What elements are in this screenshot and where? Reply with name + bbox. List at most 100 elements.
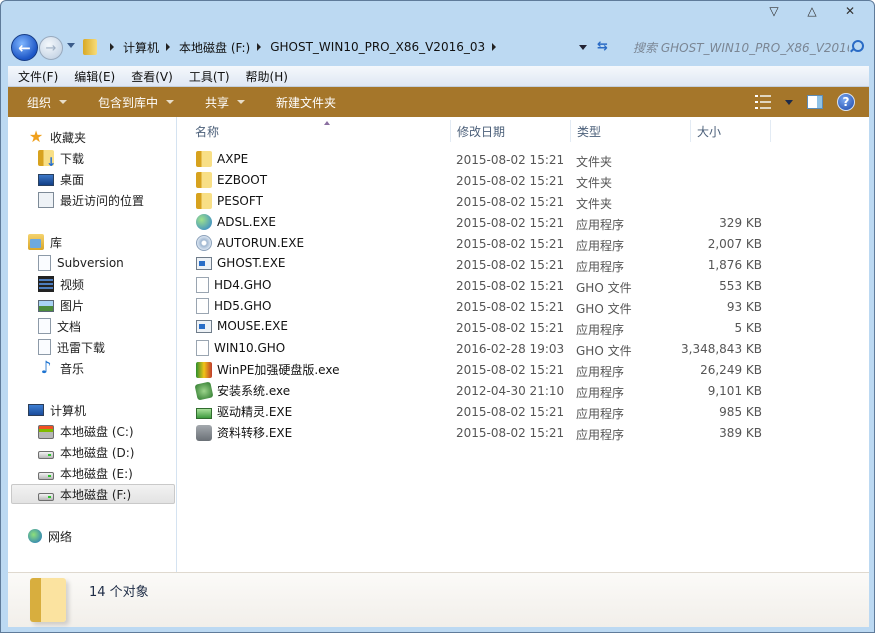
sidebar-favorites[interactable]: ★ 收藏夹: [28, 127, 86, 147]
sidebar-item-drive-e[interactable]: 本地磁盘 (E:): [38, 463, 133, 483]
sidebar-item-desktop[interactable]: 桌面: [38, 169, 84, 189]
file-type: 文件夹: [576, 197, 613, 211]
menu-edit[interactable]: 编辑(E): [64, 68, 121, 85]
folder-icon: [30, 578, 66, 622]
column-header-type[interactable]: 类型: [571, 120, 691, 142]
file-row[interactable]: 安装系统.exe 2012-04-30 21:10 应用程序 9,101 KB: [178, 380, 778, 401]
sidebar-item-recent-places[interactable]: 最近访问的位置: [38, 190, 144, 210]
file-row[interactable]: 资料转移.EXE 2015-08-02 15:21 应用程序 389 KB: [178, 422, 778, 443]
close-button[interactable]: ✕: [840, 3, 860, 19]
refresh-icon[interactable]: ⇆: [597, 39, 608, 54]
sidebar-item-documents[interactable]: 文档: [38, 316, 81, 336]
file-row[interactable]: AUTORUN.EXE 2015-08-02 15:21 应用程序 2,007 KB: [178, 233, 778, 254]
address-bar[interactable]: 计算机 本地磁盘 (F:) GHOST_WIN10_PRO_X86_V2016_…: [79, 34, 619, 60]
column-label: 类型: [577, 124, 602, 139]
file-name-cell[interactable]: HD4.GHO: [196, 277, 271, 293]
sidebar-item-xunlei-downloads[interactable]: 迅雷下载: [38, 337, 105, 357]
explorer-window: ▽ △ ✕ ← → 计算机 本地磁盘 (F:) GHOST_WIN10_PRO_…: [0, 0, 875, 633]
file-date: 2012-04-30 21:10: [456, 384, 565, 398]
file-name: HD4.GHO: [214, 278, 272, 292]
file-row[interactable]: 驱动精灵.EXE 2015-08-02 15:21 应用程序 985 KB: [178, 401, 778, 422]
organize-button[interactable]: 组织: [8, 94, 79, 111]
file-name-cell[interactable]: EZBOOT: [196, 172, 267, 188]
file-name-cell[interactable]: WinPE加强硬盘版.exe: [196, 361, 339, 378]
file-date: 2015-08-02 15:21: [456, 405, 565, 419]
sidebar-item-videos[interactable]: 视频: [38, 274, 84, 294]
menu-help[interactable]: 帮助(H): [236, 68, 294, 85]
file-name-cell[interactable]: AXPE: [196, 151, 248, 167]
sidebar-libraries[interactable]: 库: [28, 232, 62, 252]
file-row[interactable]: GHOST.EXE 2015-08-02 15:21 应用程序 1,876 KB: [178, 254, 778, 275]
breadcrumb-separator-icon[interactable]: [492, 43, 497, 51]
help-icon[interactable]: ?: [837, 93, 855, 111]
sidebar-item-drive-d[interactable]: 本地磁盘 (D:): [38, 442, 134, 462]
sidebar-computer[interactable]: 计算机: [28, 400, 86, 420]
sidebar-item-downloads[interactable]: 下载: [38, 148, 84, 169]
include-in-library-button[interactable]: 包含到库中: [79, 94, 186, 111]
sidebar-item-subversion[interactable]: Subversion: [38, 253, 124, 273]
file-name-cell[interactable]: PESOFT: [196, 193, 263, 209]
preview-pane-icon[interactable]: [807, 95, 823, 109]
sidebar-item-drive-c[interactable]: 本地磁盘 (C:): [38, 421, 134, 441]
file-name-cell[interactable]: ADSL.EXE: [196, 214, 276, 230]
music-note-icon: ♪: [40, 358, 52, 378]
minimize-button[interactable]: ▽: [764, 3, 784, 19]
menu-view[interactable]: 查看(V): [121, 68, 179, 85]
sidebar-label: 本地磁盘 (C:): [60, 424, 134, 439]
file-date: 2015-08-02 15:21: [456, 174, 565, 188]
file-name-cell[interactable]: GHOST.EXE: [196, 256, 286, 270]
transfer-app-icon: [196, 424, 212, 441]
file-row[interactable]: AXPE 2015-08-02 15:21 文件夹: [178, 149, 778, 170]
file-row[interactable]: HD5.GHO 2015-08-02 15:21 GHO 文件 93 KB: [178, 296, 778, 317]
breadcrumb-separator-icon[interactable]: [110, 43, 114, 51]
search-placeholder[interactable]: 搜索 GHOST_WIN10_PRO_X86_V2016_...: [625, 39, 849, 56]
recent-places-icon: [38, 192, 54, 208]
file-row[interactable]: ADSL.EXE 2015-08-02 15:21 应用程序 329 KB: [178, 212, 778, 233]
file-row[interactable]: WIN10.GHO 2016-02-28 19:03 GHO 文件 3,348,843…: [178, 338, 778, 359]
sidebar-item-pictures[interactable]: 图片: [38, 295, 84, 315]
menu-file[interactable]: 文件(F): [8, 68, 64, 85]
column-header-name[interactable]: 名称: [189, 120, 451, 142]
file-type: 应用程序: [576, 386, 625, 400]
file-name-cell[interactable]: MOUSE.EXE: [196, 319, 288, 333]
address-dropdown-icon[interactable]: [579, 45, 587, 50]
file-icon: [196, 340, 209, 356]
file-name-cell[interactable]: 安装系统.exe: [194, 381, 290, 400]
sidebar-item-music[interactable]: ♪ 音乐: [38, 358, 84, 378]
search-box[interactable]: 搜索 GHOST_WIN10_PRO_X86_V2016_...: [625, 34, 867, 60]
breadcrumb-drive-f[interactable]: 本地磁盘 (F:): [179, 39, 250, 56]
file-row[interactable]: EZBOOT 2015-08-02 15:21 文件夹: [178, 170, 778, 191]
breadcrumb-separator-icon[interactable]: [166, 43, 171, 51]
file-row[interactable]: HD4.GHO 2015-08-02 15:21 GHO 文件 553 KB: [178, 275, 778, 296]
item-count: 14 个对象: [89, 585, 149, 600]
file-name-cell[interactable]: WIN10.GHO: [196, 340, 285, 356]
file-name-cell[interactable]: HD5.GHO: [196, 298, 271, 314]
file-name-cell[interactable]: AUTORUN.EXE: [196, 235, 304, 251]
file-size: 389 KB: [719, 426, 762, 440]
back-button[interactable]: ←: [11, 34, 38, 61]
share-button[interactable]: 共享: [186, 94, 257, 111]
file-name-cell[interactable]: 资料转移.EXE: [196, 424, 292, 441]
search-icon[interactable]: [849, 40, 864, 54]
breadcrumb-computer[interactable]: 计算机: [123, 39, 159, 56]
forward-button[interactable]: →: [39, 36, 63, 60]
file-row[interactable]: WinPE加强硬盘版.exe 2015-08-02 15:21 应用程序 26,249…: [178, 359, 778, 380]
file-row[interactable]: MOUSE.EXE 2015-08-02 15:21 应用程序 5 KB: [178, 317, 778, 338]
column-header-date[interactable]: 修改日期: [451, 120, 571, 142]
file-name: HD5.GHO: [214, 299, 272, 313]
maximize-button[interactable]: △: [802, 3, 822, 19]
breadcrumb-separator-icon[interactable]: [257, 43, 262, 51]
view-options-dropdown-icon[interactable]: [785, 99, 793, 105]
sidebar-network[interactable]: 网络: [28, 526, 72, 546]
column-header-size[interactable]: 大小: [691, 120, 771, 142]
change-view-icon[interactable]: [755, 95, 771, 109]
new-folder-button[interactable]: 新建文件夹: [257, 94, 348, 111]
recent-pages-dropdown[interactable]: [67, 43, 75, 48]
sidebar-item-drive-f[interactable]: 本地磁盘 (F:): [11, 484, 175, 504]
sort-ascending-icon: [324, 121, 330, 125]
file-name-cell[interactable]: 驱动精灵.EXE: [196, 403, 292, 420]
file-row[interactable]: PESOFT 2015-08-02 15:21 文件夹: [178, 191, 778, 212]
breadcrumb-current-folder[interactable]: GHOST_WIN10_PRO_X86_V2016_03: [270, 40, 485, 54]
file-type: 应用程序: [576, 239, 625, 253]
menu-tools[interactable]: 工具(T): [179, 68, 236, 85]
